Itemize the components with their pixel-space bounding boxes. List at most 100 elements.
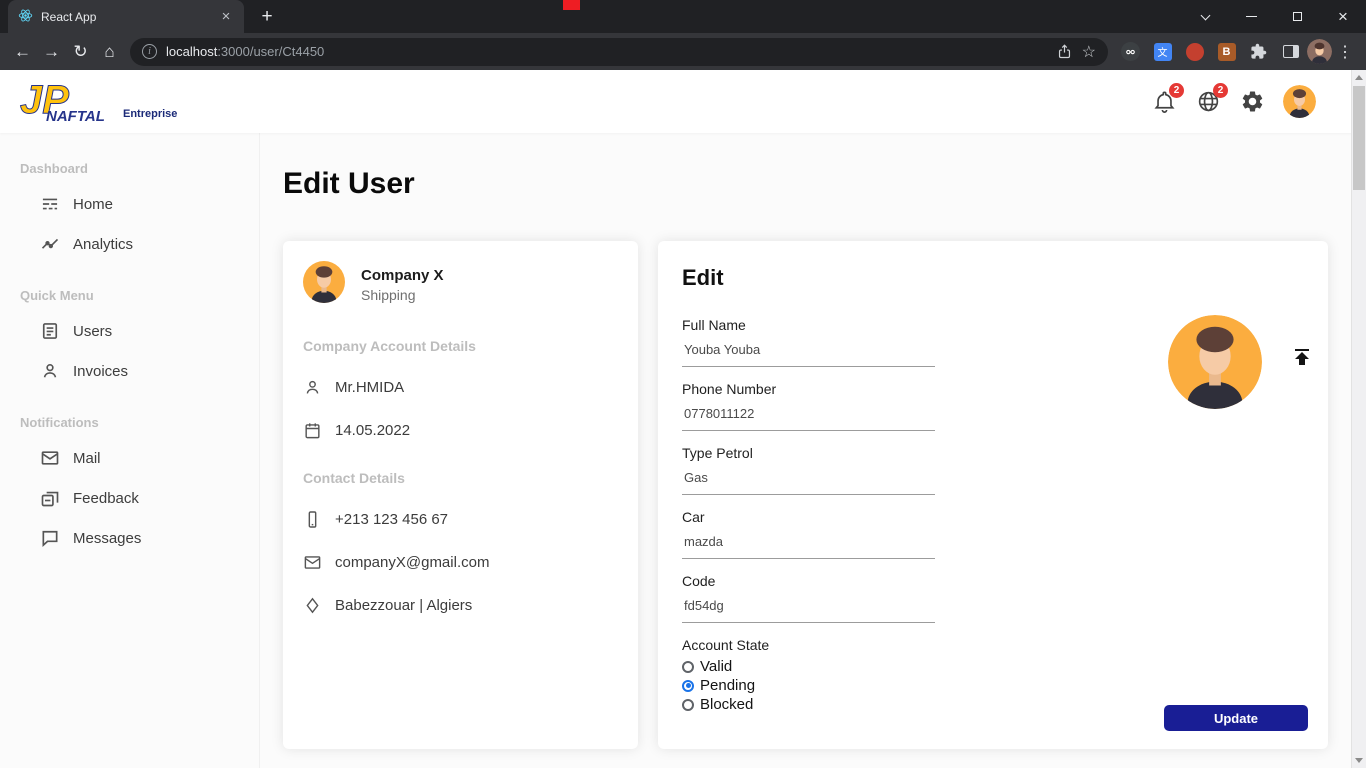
person-icon xyxy=(43,363,57,378)
radio-label: Blocked xyxy=(700,696,754,713)
car-input[interactable] xyxy=(682,534,935,559)
upload-icon[interactable] xyxy=(1290,345,1314,369)
field-car: Car xyxy=(682,509,937,559)
field-type-petrol: Type Petrol xyxy=(682,445,937,495)
profile-avatar xyxy=(303,261,345,308)
radio-valid[interactable]: Valid xyxy=(682,657,937,676)
mail-icon xyxy=(41,451,59,465)
browser-tab-strip: React App × + × xyxy=(0,0,1366,33)
browser-toolbar: ← → ↻ ⌂ i localhost:3000/user/Ct4450 ☆ 文… xyxy=(0,33,1366,70)
contact-address-text: Babezzouar | Algiers xyxy=(335,597,473,614)
contact-phone-text: +213 123 456 67 xyxy=(335,511,449,528)
radio-blocked[interactable]: Blocked xyxy=(682,695,937,714)
new-tab-button[interactable]: + xyxy=(254,4,280,30)
radio-circle[interactable] xyxy=(682,698,694,711)
naftal-logo-icon: JP NAFTAL xyxy=(20,80,105,124)
field-label: Car xyxy=(682,509,705,525)
sidebar: Dashboard Home Analytics Quick Menu User… xyxy=(0,133,260,768)
field-label: Full Name xyxy=(682,317,746,333)
field-phone-number: Phone Number xyxy=(682,381,937,431)
full-name-input[interactable] xyxy=(682,342,935,367)
bookmark-star-icon[interactable]: ☆ xyxy=(1082,42,1096,62)
url-text: localhost:3000/user/Ct4450 xyxy=(166,44,324,59)
sidebar-item-home[interactable]: Home xyxy=(20,184,239,224)
person-icon xyxy=(306,380,319,394)
reload-button[interactable]: ↻ xyxy=(66,37,95,66)
settings-gear-icon[interactable] xyxy=(1239,88,1266,115)
extensions-row: 文 B xyxy=(1120,41,1301,62)
app-header: JP NAFTAL Entreprise 2 2 xyxy=(0,70,1366,133)
scrollbar-thumb[interactable] xyxy=(1353,86,1365,190)
browser-tab[interactable]: React App × xyxy=(8,0,244,33)
url-path: :3000/user/Ct4450 xyxy=(217,44,325,59)
window-minimize-button[interactable] xyxy=(1228,0,1274,33)
browser-menu-icon[interactable]: ⋮ xyxy=(1332,39,1358,65)
header-avatar[interactable] xyxy=(1283,85,1316,118)
contact-email-text: companyX@gmail.com xyxy=(335,554,490,571)
share-icon[interactable] xyxy=(1056,43,1073,60)
radio-label: Pending xyxy=(700,677,756,694)
sidebar-section-notifications: Notifications xyxy=(20,415,99,430)
phone-number-input[interactable] xyxy=(682,406,935,431)
radio-circle[interactable] xyxy=(682,660,694,673)
window-maximize-button[interactable] xyxy=(1274,0,1320,33)
field-code: Code xyxy=(682,573,937,623)
main-content: Edit User Company X Shipping Company Acc… xyxy=(260,133,1351,768)
browser-profile-avatar[interactable] xyxy=(1307,39,1332,64)
extension-glasses-icon[interactable] xyxy=(1120,41,1141,62)
sidebar-section-dashboard: Dashboard xyxy=(20,161,88,176)
forward-button[interactable]: → xyxy=(37,37,66,66)
recording-indicator xyxy=(563,0,580,10)
address-bar[interactable]: i localhost:3000/user/Ct4450 ☆ xyxy=(130,37,1108,66)
window-close-button[interactable]: × xyxy=(1320,0,1366,33)
extension-b-icon[interactable]: B xyxy=(1216,41,1237,62)
update-button[interactable]: Update xyxy=(1164,705,1308,731)
sidebar-item-label: Invoices xyxy=(73,362,129,380)
account-date-text: 14.05.2022 xyxy=(335,422,411,439)
language-globe-icon[interactable]: 2 xyxy=(1195,83,1228,115)
scrollbar-up-arrow[interactable] xyxy=(1352,70,1366,85)
document-list-icon xyxy=(42,323,58,339)
brand-logo[interactable]: JP NAFTAL Entreprise xyxy=(18,80,178,124)
radio-pending[interactable]: Pending xyxy=(682,676,937,695)
url-host: localhost xyxy=(166,44,218,59)
code-input[interactable] xyxy=(682,598,935,623)
sidebar-item-mail[interactable]: Mail xyxy=(20,438,239,478)
extension-adblock-icon[interactable] xyxy=(1184,41,1205,62)
header-icons: 2 2 xyxy=(1151,83,1316,118)
page-scrollbar[interactable] xyxy=(1351,70,1366,768)
type-petrol-input[interactable] xyxy=(682,470,935,495)
window-controls: × xyxy=(1182,0,1366,33)
radio-circle[interactable] xyxy=(682,679,694,692)
sidebar-item-label: Messages xyxy=(73,529,142,547)
contact-details-title: Contact Details xyxy=(303,470,405,486)
field-label: Code xyxy=(682,573,716,589)
sidebar-item-invoices[interactable]: Invoices xyxy=(20,351,239,391)
edit-card: Edit Full Name Phone Number Type Petrol xyxy=(658,241,1328,749)
home-button[interactable]: ⌂ xyxy=(95,37,124,66)
sidebar-item-messages[interactable]: Messages xyxy=(20,518,239,558)
tab-close-icon[interactable]: × xyxy=(218,8,234,25)
extensions-puzzle-icon[interactable] xyxy=(1248,41,1269,62)
lines-icon xyxy=(42,198,58,210)
window-chevron-button[interactable] xyxy=(1182,0,1228,33)
svg-text:NAFTAL: NAFTAL xyxy=(46,108,105,124)
contact-phone-row: +213 123 456 67 xyxy=(303,510,618,529)
side-panel-icon[interactable] xyxy=(1280,41,1301,62)
contact-email-row: companyX@gmail.com xyxy=(303,553,618,572)
sidebar-item-label: Mail xyxy=(73,449,101,467)
profile-card: Company X Shipping Company Account Detai… xyxy=(283,241,638,749)
scrollbar-down-arrow[interactable] xyxy=(1352,753,1366,768)
phone-icon xyxy=(308,511,317,528)
account-state-label: Account State xyxy=(682,637,770,653)
notifications-bell-icon[interactable]: 2 xyxy=(1151,83,1184,115)
company-subtitle: Shipping xyxy=(361,286,416,303)
sidebar-item-feedback[interactable]: Feedback xyxy=(20,478,239,518)
sidebar-item-analytics[interactable]: Analytics xyxy=(20,224,239,264)
sidebar-item-label: Users xyxy=(73,322,113,340)
site-info-icon[interactable]: i xyxy=(142,44,157,59)
back-button[interactable]: ← xyxy=(8,37,37,66)
extension-translate-icon[interactable]: 文 xyxy=(1152,41,1173,62)
brand-suffix: Entreprise xyxy=(123,107,178,120)
sidebar-item-users[interactable]: Users xyxy=(20,311,239,351)
